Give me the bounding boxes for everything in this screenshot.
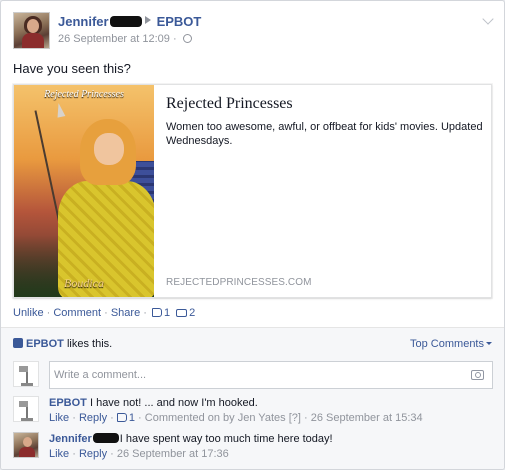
comment-like-count[interactable]: 1 <box>129 412 135 424</box>
avatar-base <box>21 418 33 421</box>
camera-icon[interactable] <box>471 370 484 380</box>
avatar-flag <box>19 366 28 372</box>
post-message: Have you seen this? <box>13 61 131 76</box>
thumbnail-caption: Boudica <box>64 276 104 290</box>
comment-like-link[interactable]: Like <box>49 412 69 424</box>
comment-like-link[interactable]: Like <box>49 448 69 460</box>
comment-input[interactable] <box>54 367 454 383</box>
comment-text: I have not! ... and now I'm hooked. <box>86 397 258 409</box>
comment-reply-link[interactable]: Reply <box>79 412 107 424</box>
comment-text: I have spent way too much time here toda… <box>119 433 333 445</box>
thumbs-up-icon <box>13 338 23 348</box>
likes-summary: EPBOT likes this. <box>13 338 112 350</box>
unlike-link[interactable]: Unlike <box>13 307 44 319</box>
post-timestamp[interactable]: 26 September at 12:09 <box>58 33 170 45</box>
link-domain: REJECTEDPRINCESSES.COM <box>166 277 312 288</box>
thumbnail-face <box>94 133 124 165</box>
link-thumbnail[interactable]: Rejected Princesses Boudica <box>14 85 154 297</box>
comment-timestamp[interactable]: 26 September at 17:36 <box>117 448 229 460</box>
post-author-line: Jennifer EPBOT <box>58 14 201 29</box>
comment-meta: Like · Reply · 26 September at 17:36 <box>49 448 229 460</box>
post-actions: Unlike · Comment · Share · 1 2 <box>13 307 195 319</box>
commenter-avatar[interactable] <box>13 396 39 422</box>
meta-separator: · <box>169 33 180 45</box>
post-card: Jennifer EPBOT 26 September at 12:09 · Ha… <box>0 0 505 470</box>
link-preview[interactable]: Rejected Princesses Boudica Rejected Pri… <box>13 84 492 298</box>
avatar-face <box>27 19 39 33</box>
avatar-face <box>23 437 32 447</box>
post-meta: 26 September at 12:09 · <box>58 33 192 45</box>
comment-like-icon <box>116 413 127 422</box>
action-separator: · <box>140 307 150 319</box>
shared-to-page[interactable]: EPBOT <box>157 14 202 29</box>
liker-name[interactable]: EPBOT <box>26 338 64 350</box>
like-count[interactable]: 1 <box>164 307 170 319</box>
link-description: Women too awesome, awful, or offbeat for… <box>166 121 483 147</box>
likes-text: likes this. <box>63 338 113 350</box>
comment-author[interactable]: Jennifer <box>49 433 92 445</box>
comment-reply-link[interactable]: Reply <box>79 448 107 460</box>
comment-count-icon <box>176 309 188 317</box>
share-link[interactable]: Share <box>111 307 140 319</box>
like-count-icon <box>151 308 162 317</box>
action-separator: · <box>101 307 111 319</box>
feedback-section: EPBOT likes this. Top Comments EP <box>1 327 504 469</box>
globe-icon[interactable] <box>182 34 192 43</box>
comment-timestamp[interactable]: 26 September at 15:34 <box>311 412 423 424</box>
redacted-name-block <box>92 433 119 443</box>
avatar-base <box>21 383 33 386</box>
avatar-flag <box>19 401 28 407</box>
author-name[interactable]: Jennifer <box>58 14 109 29</box>
avatar-shirt <box>19 447 35 457</box>
comment-item: EPBOT I have not! ... and now I'm hooked… <box>13 396 493 426</box>
top-comments-label: Top Comments <box>410 338 484 350</box>
comment-item: Jennifer I have spent way too much time h… <box>13 432 493 462</box>
post-options-chevron-icon[interactable] <box>482 13 494 25</box>
redacted-name-block <box>109 16 142 27</box>
comment-meta: Like · Reply · 1 · Commented on by Jen Y… <box>49 412 423 424</box>
top-comments-dropdown[interactable]: Top Comments <box>410 338 492 350</box>
comment-composer <box>13 361 493 391</box>
avatar-shirt <box>22 33 44 48</box>
help-marker[interactable]: [?] <box>289 412 301 424</box>
comment-body: Jennifer I have spent way too much time h… <box>49 432 493 447</box>
comment-body: EPBOT I have not! ... and now I'm hooked… <box>49 396 493 411</box>
shared-to-arrow-icon <box>144 16 151 24</box>
comment-count[interactable]: 2 <box>189 307 195 319</box>
link-title[interactable]: Rejected Princesses <box>166 95 293 113</box>
author-avatar[interactable] <box>13 12 50 49</box>
composer-avatar <box>13 361 39 387</box>
spear-head <box>54 102 66 118</box>
comment-author[interactable]: EPBOT <box>49 397 87 409</box>
comment-input-box[interactable] <box>49 361 493 389</box>
thumbnail-title: Rejected Princesses <box>44 89 124 100</box>
action-separator: · <box>43 307 54 319</box>
caret-down-icon <box>486 342 492 345</box>
comment-link[interactable]: Comment <box>53 307 101 319</box>
commenter-avatar[interactable] <box>13 432 39 458</box>
commented-on-by: Commented on by Jen Yates <box>144 412 286 424</box>
